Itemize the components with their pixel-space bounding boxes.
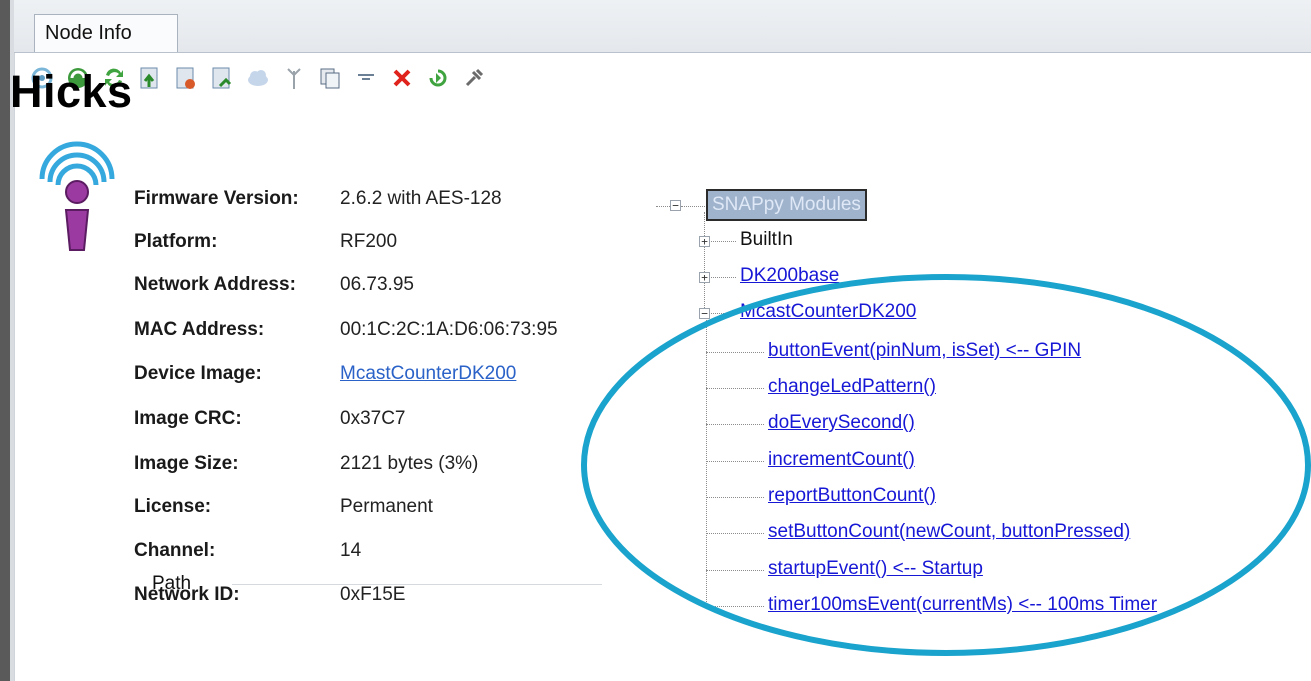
tree-connector xyxy=(706,570,764,571)
text-icon[interactable] xyxy=(349,63,383,93)
image-crc-value: 0x37C7 xyxy=(340,408,406,429)
tree-connector xyxy=(656,206,670,207)
tree-connector xyxy=(706,497,764,498)
tree-connector xyxy=(706,320,707,606)
platform-value: RF200 xyxy=(340,231,398,252)
tree-function-item[interactable]: startupEvent() <-- Startup xyxy=(768,557,983,581)
delete-icon[interactable] xyxy=(385,63,419,93)
mac-address-label: MAC Address: xyxy=(134,319,265,340)
tree-connector xyxy=(706,533,764,534)
firmware-version-label: Firmware Version: xyxy=(134,188,299,209)
node-name-title: Hicks xyxy=(10,66,133,117)
device-image-value[interactable]: McastCounterDK200 xyxy=(340,361,516,387)
tree-function-item[interactable]: reportButtonCount() xyxy=(768,484,936,508)
tree-connector xyxy=(681,206,705,207)
antenna-icon[interactable] xyxy=(277,63,311,93)
tree-function-item[interactable]: incrementCount() xyxy=(768,448,915,472)
tree-connector xyxy=(706,461,764,462)
module-expander[interactable]: − xyxy=(699,308,710,319)
settings-icon[interactable] xyxy=(457,63,491,93)
tree-function-item[interactable]: changeLedPattern() xyxy=(768,375,936,399)
license-value: Permanent xyxy=(340,496,433,517)
path-label: Path xyxy=(152,573,192,594)
tree-root-snappy-modules[interactable]: SNAPpy Modules xyxy=(706,189,867,221)
run-icon[interactable] xyxy=(421,63,455,93)
tree-function-item[interactable]: timer100msEvent(currentMs) <-- 100ms Tim… xyxy=(768,593,1157,617)
module-expander[interactable]: + xyxy=(699,272,710,283)
image-info-icon[interactable] xyxy=(205,63,239,93)
root-expander[interactable]: − xyxy=(670,200,681,211)
tab-strip: Node Info xyxy=(14,0,1311,53)
tree-module-mcastcounterdk200[interactable]: McastCounterDK200 xyxy=(740,300,916,324)
tree-function-item[interactable]: doEverySecond() xyxy=(768,411,915,435)
tree-function-item[interactable]: buttonEvent(pinNum, isSet) <-- GPIN xyxy=(768,339,1081,363)
tree-connector xyxy=(706,352,764,353)
channel-label: Channel: xyxy=(134,540,216,561)
module-expander[interactable]: + xyxy=(699,236,710,247)
image-crc-label: Image CRC: xyxy=(134,408,242,429)
tree-module-builtin[interactable]: BuiltIn xyxy=(740,228,793,252)
tree-function-item[interactable]: setButtonCount(newCount, buttonPressed) xyxy=(768,520,1130,544)
tree-connector xyxy=(706,606,764,607)
device-image-label: Device Image: xyxy=(134,363,262,384)
tree-connector xyxy=(706,388,764,389)
cloud-icon[interactable] xyxy=(241,63,275,93)
erase-image-icon[interactable] xyxy=(169,63,203,93)
upload-image-icon[interactable] xyxy=(133,63,167,93)
window-border xyxy=(0,0,10,681)
tree-connector xyxy=(706,424,764,425)
channel-value: 14 xyxy=(340,540,362,561)
network-address-label: Network Address: xyxy=(134,274,296,295)
network-address-value: 06.73.95 xyxy=(340,274,414,295)
path-divider xyxy=(232,584,602,585)
node-wireless-icon xyxy=(39,141,115,251)
tab-node-info[interactable]: Node Info xyxy=(34,14,178,52)
mac-address-value: 00:1C:2C:1A:D6:06:73:95 xyxy=(340,319,558,340)
tree-connector xyxy=(704,212,705,312)
firmware-version-value: 2.6.2 with AES-128 xyxy=(340,188,502,209)
network-id-value: 0xF15E xyxy=(340,584,406,605)
license-label: License: xyxy=(134,496,212,517)
copy-icon[interactable] xyxy=(313,63,347,93)
platform-label: Platform: xyxy=(134,231,218,252)
image-size-label: Image Size: xyxy=(134,453,239,474)
tree-module-dk200base[interactable]: DK200base xyxy=(740,264,839,288)
image-size-value: 2121 bytes (3%) xyxy=(340,453,479,474)
